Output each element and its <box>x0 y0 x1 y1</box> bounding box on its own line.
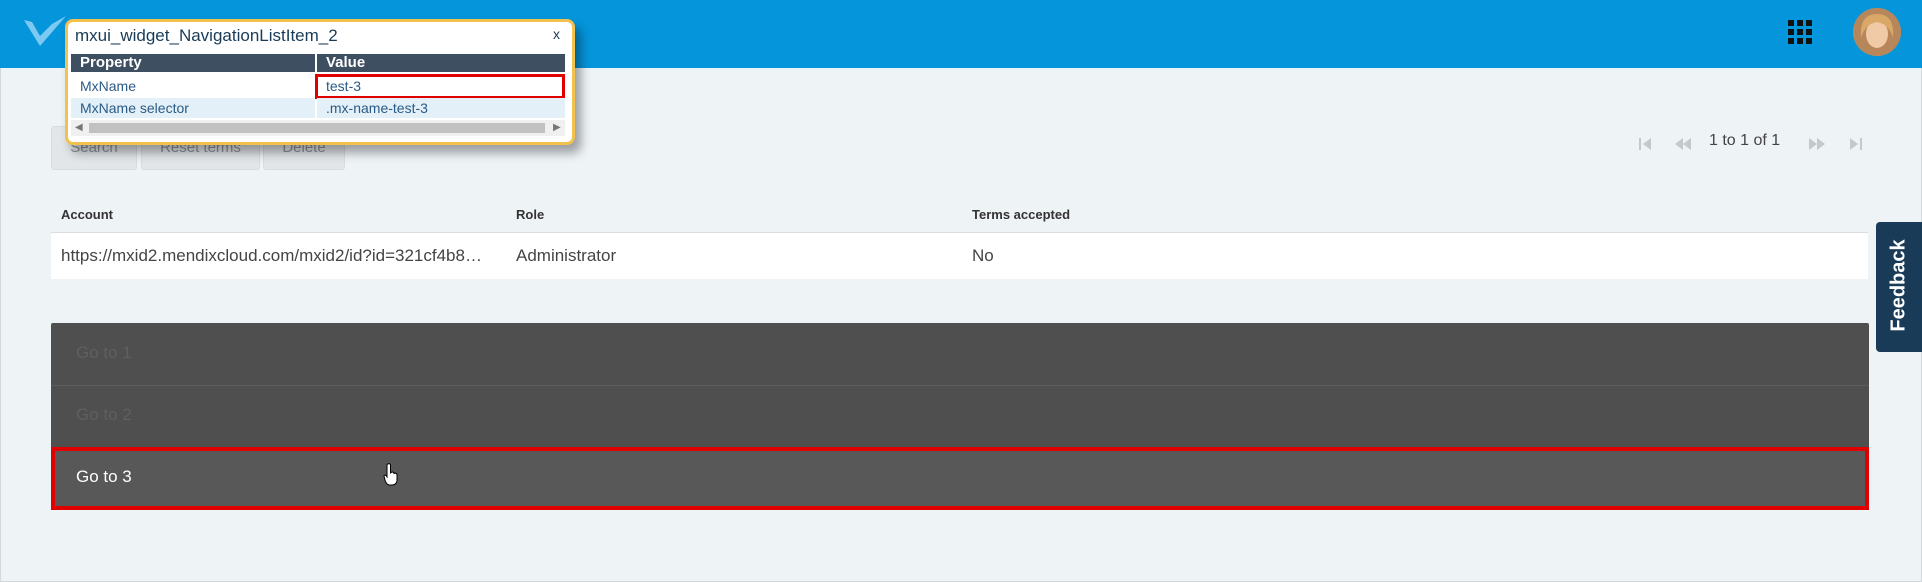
feedback-label: Feedback <box>1887 239 1910 332</box>
nav-item-go-to-3[interactable]: Go to 3 <box>51 447 1869 510</box>
column-header-terms-accepted[interactable]: Terms accepted <box>972 207 1070 222</box>
value-mxname-selector[interactable]: .mx-name-test-3 <box>317 98 565 118</box>
popup-title: mxui_widget_NavigationListItem_2 <box>75 26 338 45</box>
avatar[interactable] <box>1853 8 1901 56</box>
column-header-property: Property <box>71 54 315 72</box>
grid-header <box>51 196 1868 234</box>
column-header-role[interactable]: Role <box>516 207 544 222</box>
previous-page-icon[interactable] <box>1674 136 1692 152</box>
scroll-thumb[interactable] <box>89 123 545 133</box>
last-page-icon[interactable] <box>1847 136 1865 152</box>
cell-terms-accepted: No <box>972 246 994 265</box>
nav-item-label: Go to 3 <box>76 467 132 486</box>
nav-item-go-to-1[interactable]: Go to 1 <box>51 323 1869 386</box>
property-mxname-selector: MxName selector <box>71 98 315 118</box>
nav-item-go-to-2[interactable]: Go to 2 <box>51 385 1869 448</box>
pager-status: 1 to 1 of 1 <box>1709 132 1781 149</box>
feedback-tab[interactable]: Feedback <box>1876 222 1922 352</box>
cell-account: https://mxid2.mendixcloud.com/mxid2/id?i… <box>61 246 482 265</box>
mxname-highlight <box>315 74 565 99</box>
nav-item-label: Go to 1 <box>76 343 132 362</box>
column-header-value: Value <box>317 54 565 72</box>
app-logo-icon[interactable] <box>22 12 68 52</box>
apps-grid-icon[interactable] <box>1788 20 1812 44</box>
next-page-icon[interactable] <box>1808 136 1826 152</box>
scroll-right-icon[interactable]: ▶ <box>553 122 561 133</box>
scroll-left-icon[interactable]: ◀ <box>75 122 83 133</box>
widget-inspector-popup: mxui_widget_NavigationListItem_2 x Prope… <box>65 19 575 145</box>
property-mxname: MxName <box>71 76 315 96</box>
horizontal-scrollbar[interactable]: ◀ ▶ <box>71 120 565 136</box>
nav-item-label: Go to 2 <box>76 405 132 424</box>
column-header-account[interactable]: Account <box>61 207 113 222</box>
first-page-icon[interactable] <box>1636 136 1654 152</box>
navigation-list: Go to 1 Go to 2 Go to 3 <box>51 323 1869 510</box>
hand-cursor-icon <box>383 463 398 486</box>
close-icon[interactable]: x <box>553 26 560 42</box>
cell-role: Administrator <box>516 246 617 265</box>
